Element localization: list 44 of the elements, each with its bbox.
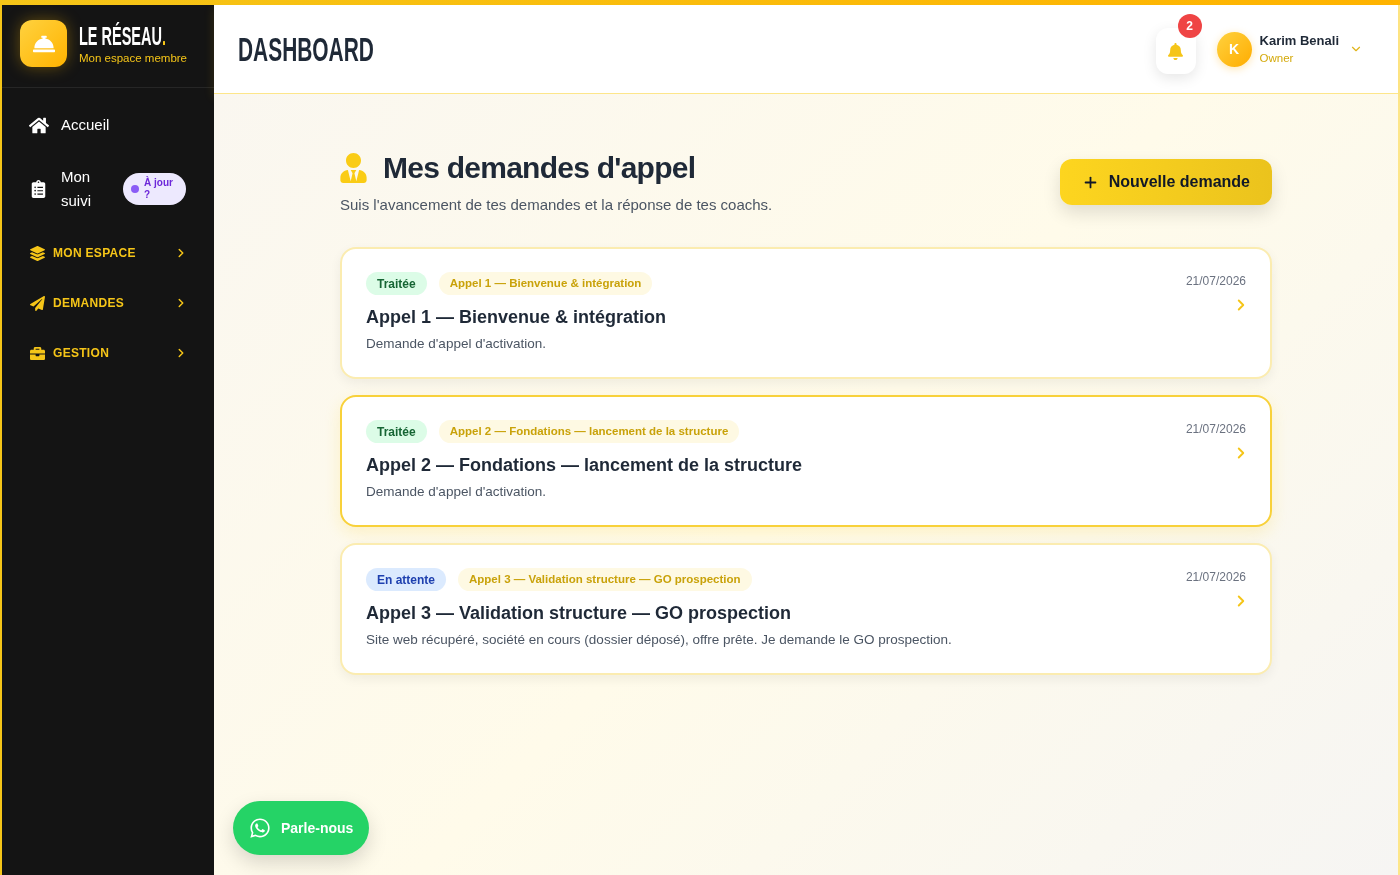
page-title: Mes demandes d'appel: [383, 150, 696, 186]
status-pill: En attente: [366, 568, 446, 591]
request-description: Site web récupéré, société en cours (dossier déposé), offre prête. Je demande le GO prospection.: [366, 631, 952, 649]
layers-icon: [30, 245, 45, 261]
user-avatar: K: [1216, 31, 1252, 67]
user-name: Karim Benali: [1259, 32, 1339, 50]
request-title: Appel 3 — Validation structure — GO prospection: [366, 602, 793, 625]
request-date: 21/07/2026: [1185, 569, 1246, 585]
user-tie-icon: [340, 153, 367, 183]
briefcase-icon: [30, 345, 45, 361]
paper-plane-icon: [30, 295, 45, 311]
nav-section[interactable]: MON ESPACE: [2, 228, 214, 278]
request-description: Demande d'appel d'activation.: [366, 335, 548, 353]
request-card[interactable]: Traitée Appel 2 — Fondations — lancement de la structure Appel 2 — Fondations — lancement de la structure Demande d'appel d'activation. 21/07/2026: [340, 395, 1272, 527]
request-date: 21/07/2026: [1185, 273, 1246, 289]
user-menu[interactable]: K Karim Benali Owner: [1216, 31, 1363, 67]
request-title: Appel 2 — Fondations — lancement de la structure: [366, 454, 803, 477]
brand-subtitle: Mon espace membre: [79, 50, 188, 66]
notification-count: 2: [1177, 14, 1202, 38]
request-date: 21/07/2026: [1185, 421, 1246, 437]
nav-link[interactable]: Mon suivi: [29, 165, 103, 213]
request-card[interactable]: Traitée Appel 1 — Bienvenue & intégration Appel 1 — Bienvenue & intégration Demande d'appel d'activation. 21/07/2026: [340, 247, 1272, 379]
status-badge: À jour ?: [123, 173, 186, 205]
request-description: Demande d'appel d'activation.: [366, 483, 548, 501]
page-header-title: DASHBOARD: [238, 29, 374, 69]
call-tag: Appel 2 — Fondations — lancement de la structure: [438, 420, 740, 443]
new-request-button[interactable]: Nouvelle demande: [1059, 159, 1272, 205]
user-role: Owner: [1259, 51, 1294, 66]
request-card[interactable]: [340, 543, 1272, 675]
bell-logo-icon: [20, 20, 67, 67]
nav-link[interactable]: Accueil: [29, 113, 110, 137]
whatsapp-icon: [249, 817, 271, 839]
nav-section[interactable]: DEMANDES: [2, 278, 214, 328]
home-icon: [29, 115, 49, 135]
call-tag: Appel 3 — Validation structure — GO prospection: [458, 568, 752, 591]
brand-title: LE RÉSEAU.: [79, 21, 167, 50]
page-subtitle: Suis l'avancement de tes demandes et la réponse de tes coachs.: [340, 195, 773, 215]
request-title: Appel 1 — Bienvenue & intégration: [366, 306, 667, 329]
call-tag: Appel 1 — Bienvenue & intégration: [438, 272, 653, 295]
nav-section[interactable]: GESTION: [2, 328, 214, 378]
bell-icon: [1167, 42, 1184, 60]
status-pill: Traitée: [366, 272, 427, 295]
clipboard-icon: [31, 180, 46, 198]
status-pill: Traitée: [366, 420, 427, 443]
